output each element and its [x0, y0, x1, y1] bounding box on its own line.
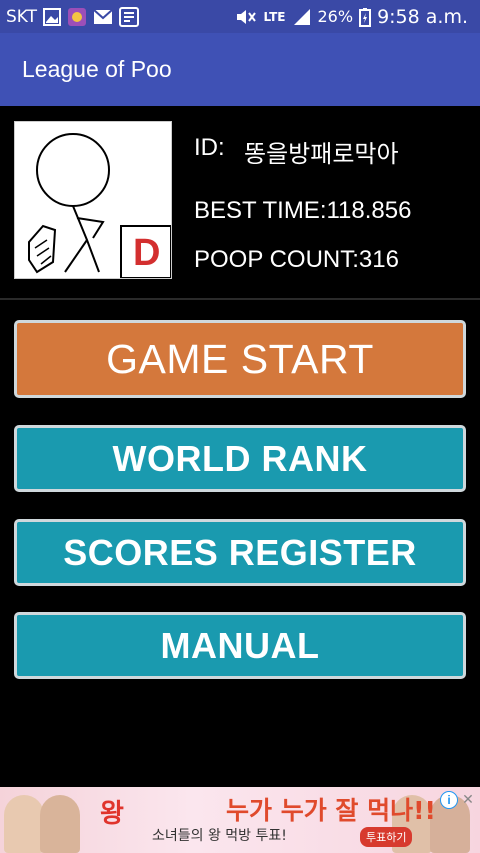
app-bar: League of Poo: [0, 33, 480, 106]
signal-icon: [292, 8, 312, 26]
world-rank-label: WORLD RANK: [112, 437, 368, 479]
mute-icon: [235, 8, 257, 26]
battery-percent: 26%: [317, 7, 354, 26]
network-type: LTE: [263, 9, 286, 24]
section-divider: [0, 298, 480, 300]
player-avatar: D: [14, 121, 172, 279]
ad-person-image: [40, 795, 80, 853]
ad-headline: 누가 누가 잘 먹나!!: [226, 796, 436, 825]
manual-label: MANUAL: [160, 624, 320, 666]
ad-info-icon[interactable]: i: [440, 791, 458, 809]
game-start-button[interactable]: GAME START: [14, 320, 466, 398]
gallery-icon: [43, 7, 62, 26]
ad-person-image: [4, 795, 44, 853]
clock: 9:58 a.m.: [377, 5, 468, 28]
status-bar: SKT LTE 26% 9:58 a.m.: [0, 0, 480, 33]
ad-close-icon[interactable]: ✕: [460, 791, 476, 807]
world-rank-button[interactable]: WORLD RANK: [14, 425, 466, 492]
manual-button[interactable]: MANUAL: [14, 612, 466, 679]
carrier-label: SKT: [6, 6, 38, 27]
ad-logo: 왕: [100, 799, 124, 829]
mail-icon: [93, 8, 113, 25]
player-id-label: ID:: [194, 134, 225, 161]
ad-banner[interactable]: 왕 누가 누가 잘 먹나!! 소녀들의 왕 먹방 투표! 투표하기 i ✕: [0, 787, 480, 853]
scores-register-label: SCORES REGISTER: [63, 531, 417, 573]
player-id-value: 똥을방패로막아: [244, 141, 399, 168]
game-start-label: GAME START: [106, 335, 374, 382]
ad-cta-button[interactable]: 투표하기: [360, 827, 413, 847]
battery-charging-icon: [359, 7, 372, 27]
app-notification-icon: [119, 6, 140, 27]
ad-subline: 소녀들의 왕 먹방 투표!: [152, 828, 287, 844]
rank-letter: D: [133, 232, 161, 274]
poop-count: POOP COUNT:316: [194, 246, 399, 273]
best-time: BEST TIME:118.856: [194, 197, 412, 224]
app-title: League of Poo: [22, 56, 172, 82]
scores-register-button[interactable]: SCORES REGISTER: [14, 519, 466, 586]
game-notification-icon: [67, 7, 87, 27]
